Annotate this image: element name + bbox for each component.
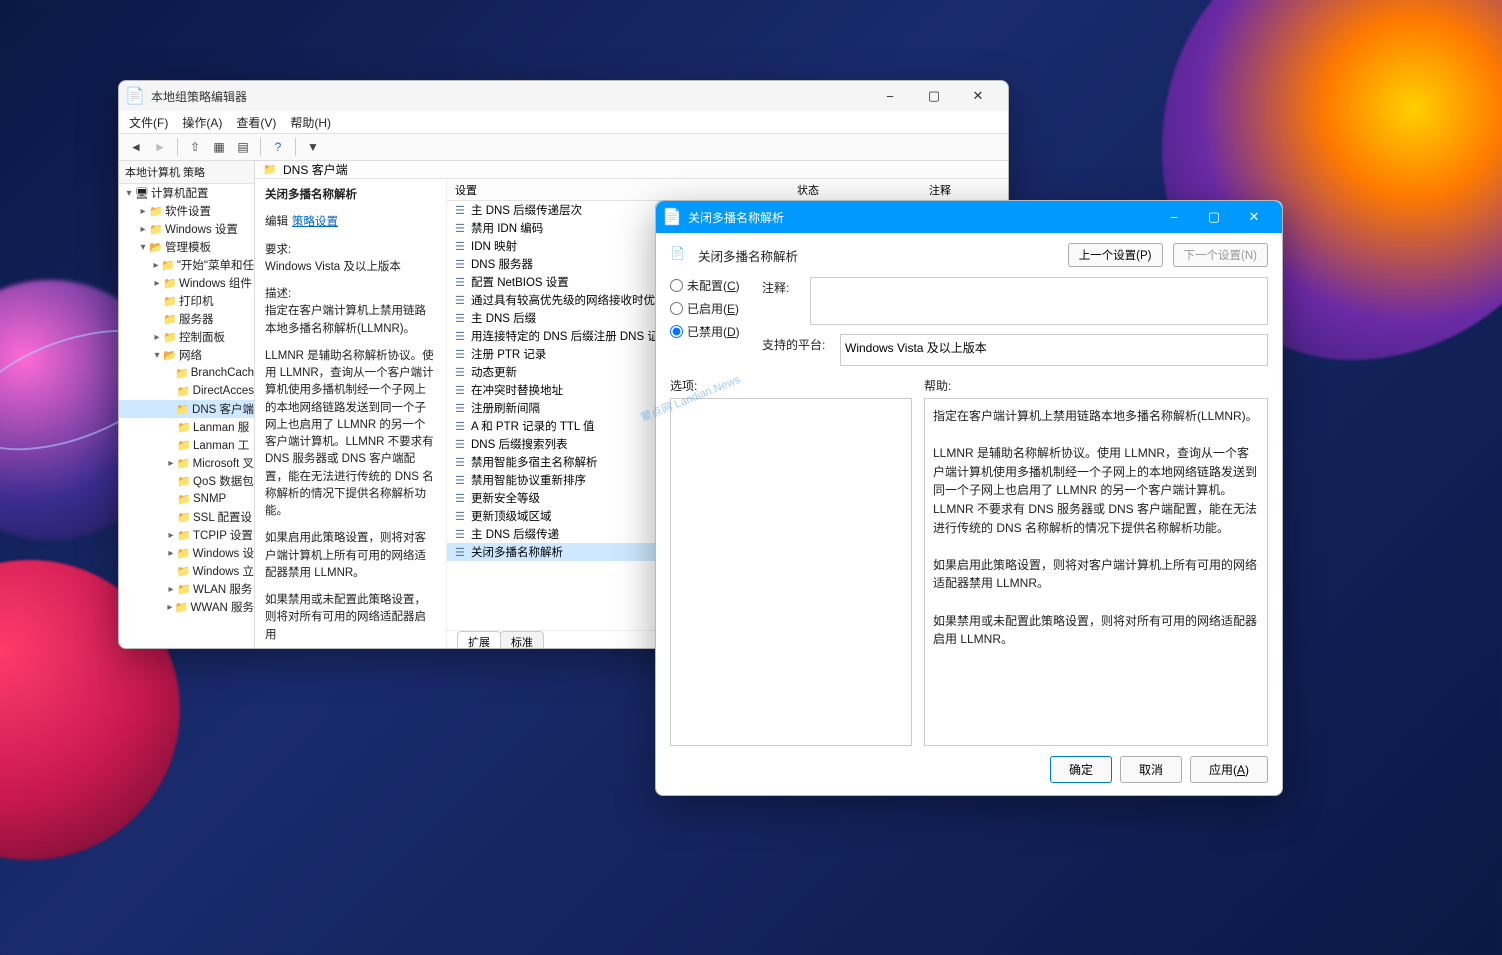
help-pane: 指定在客户端计算机上禁用链路本地多播名称解析(LLMNR)。 LLMNR 是辅助…: [924, 398, 1268, 746]
platform-value: [840, 334, 1268, 366]
cancel-button[interactable]: 取消: [1120, 756, 1182, 783]
detail-title: 关闭多播名称解析: [265, 187, 436, 204]
tree-item-net[interactable]: ▾📂网络: [119, 346, 254, 364]
menu-help[interactable]: 帮助(H): [290, 114, 331, 131]
policy-icon: 📄: [670, 246, 688, 264]
tree-item-ssl[interactable]: 📁SSL 配置设: [119, 508, 254, 526]
col-setting[interactable]: 设置: [447, 182, 797, 198]
window-title: 本地组策略编辑器: [151, 88, 868, 105]
apply-button[interactable]: 应用(A): [1190, 756, 1268, 783]
detail-pane: 关闭多播名称解析 编辑策略设置 要求:Windows Vista 及以上版本 描…: [255, 179, 447, 649]
edit-label: 编辑: [265, 216, 288, 228]
desc-p1: 指定在客户端计算机上禁用链路本地多播名称解析(LLMNR)。: [265, 303, 436, 338]
up-button[interactable]: ⇧: [184, 136, 206, 158]
filter-button[interactable]: ▼: [302, 136, 324, 158]
export-button[interactable]: ▤: [232, 136, 254, 158]
tree-item-ms[interactable]: ▸📁Microsoft 叉: [119, 454, 254, 472]
policy-heading: 关闭多播名称解析: [698, 246, 1058, 265]
req-label: 要求:: [265, 242, 436, 259]
comment-label: 注释:: [762, 277, 810, 328]
col-comment[interactable]: 注释: [929, 182, 1008, 198]
menu-action[interactable]: 操作(A): [182, 114, 222, 131]
forward-button[interactable]: ►: [149, 136, 171, 158]
tree-item-direct[interactable]: 📁DirectAcces: [119, 382, 254, 400]
desc-p4: 如果禁用或未配置此策略设置，则将对所有可用的网络适配器启用: [265, 592, 436, 644]
options-label: 选项:: [670, 377, 912, 394]
tab-standard[interactable]: 标准: [500, 631, 544, 649]
col-state[interactable]: 状态: [797, 182, 929, 198]
tree-item-soft[interactable]: ▸📁软件设置: [119, 202, 254, 220]
dialog-title: 关闭多播名称解析: [688, 209, 1154, 226]
tree-item-win[interactable]: ▸📁Windows 设置: [119, 220, 254, 238]
tab-extended[interactable]: 扩展: [457, 631, 501, 649]
edit-policy-link[interactable]: 策略设置: [292, 216, 338, 228]
back-button[interactable]: ◄: [125, 136, 147, 158]
tree-pane[interactable]: 本地计算机 策略 ▾🖥计算机配置▸📁软件设置▸📁Windows 设置▾📂管理模板…: [119, 161, 255, 648]
close-button[interactable]: ✕: [956, 81, 1000, 111]
tree-header: 本地计算机 策略: [119, 161, 254, 184]
toolbar: ◄ ► ⇧ ▦ ▤ ? ▼: [119, 133, 1008, 161]
tree-item-adm[interactable]: ▾📂管理模板: [119, 238, 254, 256]
desc-p3: 如果启用此策略设置，则将对客户端计算机上所有可用的网络适配器禁用 LLMNR。: [265, 530, 436, 582]
tree-item-lanmanw[interactable]: 📁Lanman 工: [119, 436, 254, 454]
dialog-minimize-button[interactable]: −: [1154, 201, 1194, 233]
dialog-maximize-button[interactable]: ▢: [1194, 201, 1234, 233]
tree-item-winset[interactable]: ▸📁Windows 设: [119, 544, 254, 562]
tree-item-server[interactable]: 📁服务器: [119, 310, 254, 328]
req-value: Windows Vista 及以上版本: [265, 259, 436, 276]
options-pane: [670, 398, 912, 746]
tree-item-snmp[interactable]: 📁SNMP: [119, 490, 254, 508]
tree-item-dns[interactable]: 📁DNS 客户端: [119, 400, 254, 418]
app-icon: 📄: [127, 88, 143, 104]
dialog-close-button[interactable]: ✕: [1234, 201, 1274, 233]
comment-textarea[interactable]: [810, 277, 1268, 325]
radio-notconfigured[interactable]: 未配置(C): [670, 277, 762, 294]
desc-label: 描述:: [265, 286, 436, 303]
tree-item-winup[interactable]: 📁Windows 立: [119, 562, 254, 580]
menubar: 文件(F) 操作(A) 查看(V) 帮助(H): [119, 111, 1008, 133]
tree-item-root[interactable]: ▾🖥计算机配置: [119, 184, 254, 202]
help-label: 帮助:: [924, 377, 1268, 394]
tree-item-cpanel[interactable]: ▸📁控制面板: [119, 328, 254, 346]
menu-file[interactable]: 文件(F): [129, 114, 168, 131]
dialog-titlebar[interactable]: 📄 关闭多播名称解析 − ▢ ✕: [656, 201, 1282, 233]
menu-view[interactable]: 查看(V): [236, 114, 276, 131]
folder-icon: 📁: [263, 163, 277, 176]
tree-item-wwan[interactable]: ▸📁WWAN 服务: [119, 598, 254, 616]
tree-item-comp[interactable]: ▸📁Windows 组件: [119, 274, 254, 292]
platform-label: 支持的平台:: [762, 334, 840, 369]
radio-enabled[interactable]: 已启用(E): [670, 300, 762, 317]
path-bar: 📁 DNS 客户端: [255, 161, 1008, 179]
next-setting-button[interactable]: 下一个设置(N): [1173, 243, 1268, 267]
maximize-button[interactable]: ▢: [912, 81, 956, 111]
tree-item-tcpip[interactable]: ▸📁TCPIP 设置: [119, 526, 254, 544]
desc-p2: LLMNR 是辅助名称解析协议。使用 LLMNR，查询从一个客户端计算机使用多播…: [265, 348, 436, 521]
path-label: DNS 客户端: [283, 161, 348, 178]
tree-item-start[interactable]: ▸📁"开始"菜单和任: [119, 256, 254, 274]
dialog-icon: 📄: [664, 209, 680, 225]
policy-dialog: 📄 关闭多播名称解析 − ▢ ✕ 📄 关闭多播名称解析 上一个设置(P) 下一个…: [655, 200, 1283, 796]
show-hide-tree-button[interactable]: ▦: [208, 136, 230, 158]
titlebar[interactable]: 📄 本地组策略编辑器 − ▢ ✕: [119, 81, 1008, 111]
minimize-button[interactable]: −: [868, 81, 912, 111]
tree-item-printer[interactable]: 📁打印机: [119, 292, 254, 310]
tree-item-qos[interactable]: 📁QoS 数据包: [119, 472, 254, 490]
tree-item-wlan[interactable]: ▸📁WLAN 服务: [119, 580, 254, 598]
tree-item-branch[interactable]: 📁BranchCach: [119, 364, 254, 382]
ok-button[interactable]: 确定: [1050, 756, 1112, 783]
prev-setting-button[interactable]: 上一个设置(P): [1068, 243, 1163, 267]
help-button[interactable]: ?: [267, 136, 289, 158]
radio-disabled[interactable]: 已禁用(D): [670, 323, 762, 340]
tree-item-lanman[interactable]: 📁Lanman 服: [119, 418, 254, 436]
